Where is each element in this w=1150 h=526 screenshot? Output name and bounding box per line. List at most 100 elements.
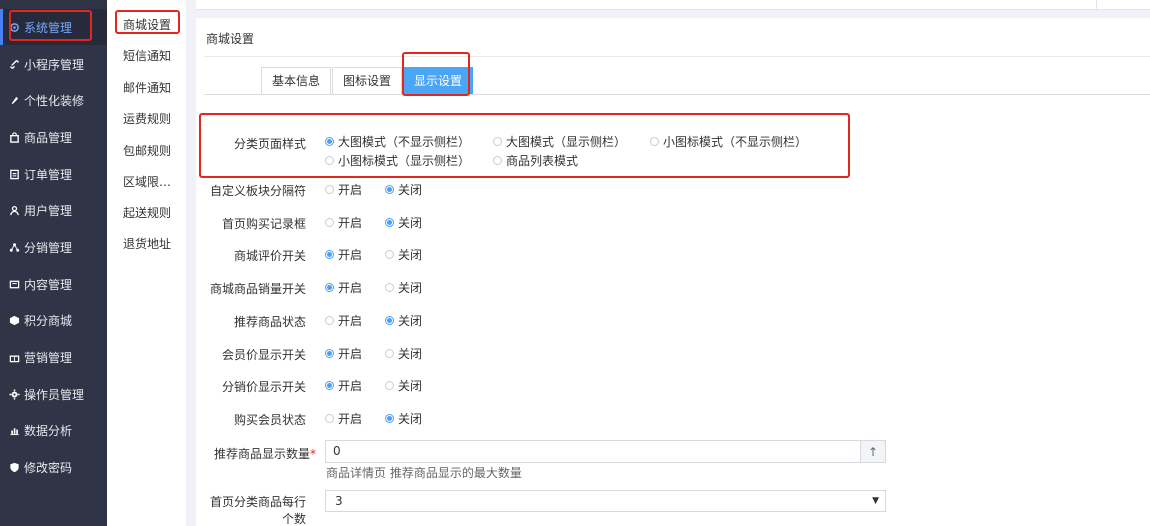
sidebar-item-label: 个性化装修 [24,93,85,108]
panel-title: 商城设置 [206,32,255,46]
gift-icon [8,351,20,363]
toggle-on-radio[interactable]: 开启 [325,279,362,296]
stepper-up-icon[interactable]: ↑ [860,441,885,462]
radio-big-no-sidebar[interactable]: 大图模式（不显示侧栏） [325,133,470,150]
radio-label: 小图标模式（显示侧栏） [338,154,471,168]
radio-dot [325,349,334,358]
radio-small-with-sidebar[interactable]: 小图标模式（显示侧栏） [325,152,470,169]
toggle-on-radio[interactable]: 开启 [325,312,362,329]
radio-label: 开启 [338,216,363,230]
radio-dot [385,250,394,259]
radio-dot [385,349,394,358]
toggle-label: 购买会员状态 [233,413,306,427]
sidebar-item-password[interactable]: 修改密码 [0,449,107,485]
radio-label: 关闭 [398,248,423,262]
radio-dot [325,137,334,146]
box-icon [8,314,20,326]
toggle-on-radio[interactable]: 开启 [325,214,362,231]
top-strip [196,0,1150,10]
sidebar-item-label: 订单管理 [24,167,73,182]
toggle-off-radio[interactable]: 关闭 [385,312,422,329]
tab-display-settings[interactable]: 显示设置 [403,67,474,94]
radio-big-with-sidebar[interactable]: 大图模式（显示侧栏） [493,133,626,150]
toggle-label: 分销价显示开关 [221,380,306,394]
subnav-item-free-shipping[interactable]: 包邮规则 [123,140,187,162]
toggle-label: 会员价显示开关 [221,348,306,362]
label-line: 首页分类商品每行 [209,495,306,509]
recommend-count-label: 推荐商品显示数量* [196,445,316,462]
toggle-off-radio[interactable]: 关闭 [385,246,422,263]
sidebar-item-label: 商品管理 [24,130,73,145]
toggle-on-radio[interactable]: 开启 [325,181,362,198]
divider [1096,0,1097,10]
radio-small-no-sidebar[interactable]: 小图标模式（不显示侧栏） [650,133,807,150]
radio-dot [650,137,659,146]
shield-icon [8,461,20,473]
radio-dot [385,414,394,423]
share-icon [8,241,20,253]
toggle-off-radio[interactable]: 关闭 [385,181,422,198]
subnav-item-min-order[interactable]: 起送规则 [123,202,187,224]
subnav-item-sms[interactable]: 短信通知 [123,45,187,67]
radio-label: 商品列表模式 [506,154,579,168]
sidebar-item-label: 小程序管理 [24,57,85,72]
sidebar-item-decoration[interactable]: 个性化装修 [0,82,107,118]
subnav-item-shipping-rules[interactable]: 运费规则 [123,108,187,130]
toggle-label: 商城评价开关 [233,249,306,263]
sidebar-item-goods[interactable]: 商品管理 [0,119,107,155]
sidebar-item-marketing[interactable]: 营销管理 [0,339,107,375]
toggle-off-radio[interactable]: 关闭 [385,410,422,427]
sidebar-item-points-mall[interactable]: 积分商城 [0,302,107,338]
subnav-item-email[interactable]: 邮件通知 [123,77,187,99]
radio-dot [493,137,502,146]
toggle-label: 商城商品销量开关 [209,282,306,296]
content-icon [8,278,20,290]
subnav-item-mall-settings[interactable]: 商城设置 [123,14,187,36]
sidebar-item-content[interactable]: 内容管理 [0,266,107,302]
sidebar-item-analytics[interactable]: 数据分析 [0,412,107,448]
sidebar-item-label: 积分商城 [24,313,73,328]
radio-label: 开启 [338,412,363,426]
per-row-label: 首页分类商品每行 个数 [196,494,306,526]
toggle-on-radio[interactable]: 开启 [325,410,362,427]
toggle-on-radio[interactable]: 开启 [325,246,362,263]
toggle-on-radio[interactable]: 开启 [325,377,362,394]
radio-label: 开启 [338,347,363,361]
sidebar-item-system[interactable]: 系统管理 [0,9,107,45]
settings-subnav: 商城设置 短信通知 邮件通知 运费规则 包邮规则 区域限… 起送规则 退货地址 [107,0,187,526]
radio-label: 开启 [338,314,363,328]
sidebar-item-label: 用户管理 [24,203,73,218]
gear-icon [8,388,20,400]
radio-dot [493,156,502,165]
category-style-label: 分类页面样式 [233,137,306,151]
radio-label: 开启 [338,183,363,197]
chart-icon [8,424,20,436]
sidebar-item-distribution[interactable]: 分销管理 [0,229,107,265]
subnav-item-region-limits[interactable]: 区域限… [123,171,187,193]
link-icon [8,58,20,70]
main-sidebar: 系统管理 小程序管理 个性化装修 商品管理 订单管理 用户管理 分销管理 内容管… [0,0,107,526]
toggle-label: 推荐商品状态 [233,315,306,329]
sidebar-item-label: 内容管理 [24,277,73,292]
required-mark: * [310,447,316,461]
sidebar-item-users[interactable]: 用户管理 [0,192,107,228]
toggle-off-radio[interactable]: 关闭 [385,279,422,296]
per-row-select[interactable]: 3 ▼ [325,490,886,512]
tab-basic-info[interactable]: 基本信息 [261,67,332,94]
radio-label: 关闭 [398,379,423,393]
select-value: 3 [335,494,343,508]
bag-icon [8,131,20,143]
sidebar-item-operators[interactable]: 操作员管理 [0,376,107,412]
radio-label: 关闭 [398,183,423,197]
radio-label: 关闭 [398,281,423,295]
toggle-off-radio[interactable]: 关闭 [385,214,422,231]
radio-product-list[interactable]: 商品列表模式 [493,152,578,169]
toggle-on-radio[interactable]: 开启 [325,345,362,362]
sidebar-item-miniprogram[interactable]: 小程序管理 [0,46,107,82]
subnav-item-return-address[interactable]: 退货地址 [123,233,187,255]
toggle-off-radio[interactable]: 关闭 [385,377,422,394]
sidebar-item-orders[interactable]: 订单管理 [0,156,107,192]
toggle-off-radio[interactable]: 关闭 [385,345,422,362]
recommend-count-input[interactable]: 0 ↑ [325,440,886,463]
tab-icon-settings[interactable]: 图标设置 [332,67,403,94]
